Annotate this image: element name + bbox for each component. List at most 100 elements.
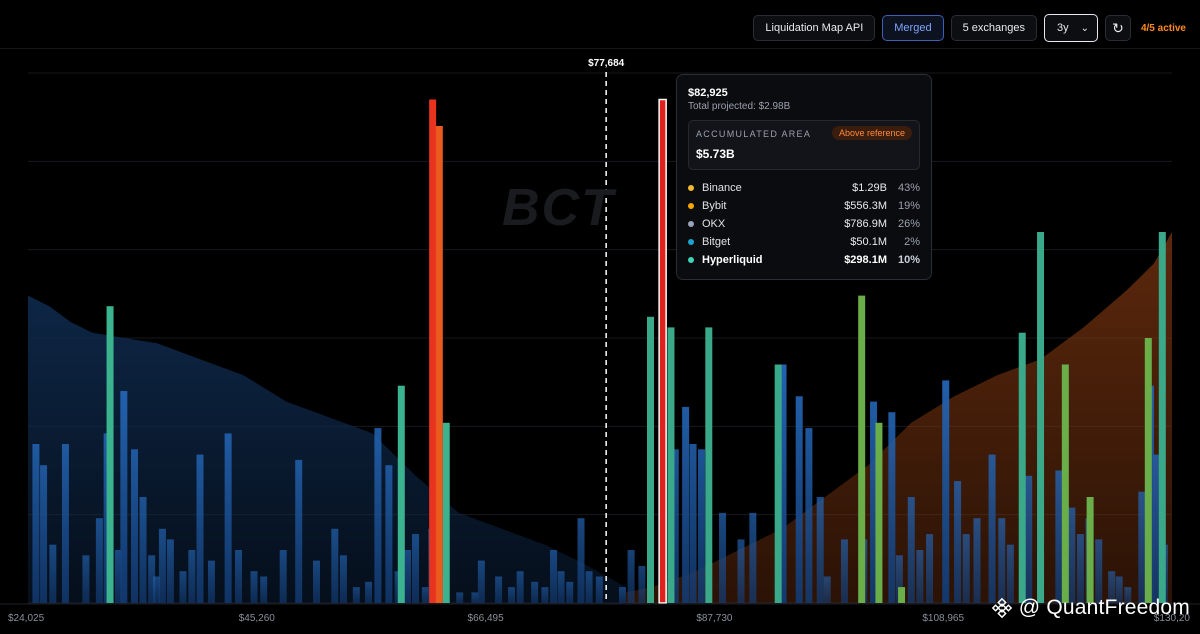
liquidation-bar	[429, 99, 437, 603]
liquidation-bar	[179, 571, 187, 603]
liquidation-bar	[647, 316, 655, 603]
exchange-name: Bybit	[702, 200, 727, 212]
liquidation-bar	[250, 571, 258, 603]
exchange-row-okx: OKX $786.9M 26%	[688, 215, 920, 233]
liquidation-bar	[207, 560, 215, 603]
liquidation-bar	[224, 433, 232, 603]
liquidation-bar	[158, 528, 166, 603]
accumulated-area-value: $5.73B	[696, 147, 735, 161]
liquidation-bar	[627, 550, 635, 603]
exchange-row-bybit: Bybit $556.3M 19%	[688, 197, 920, 215]
liquidation-bar	[550, 550, 558, 603]
liquidation-bar	[1061, 364, 1069, 603]
merged-toggle-button[interactable]: Merged	[882, 15, 944, 41]
liquidation-bar	[566, 581, 574, 603]
bybit-dot-icon	[688, 203, 694, 209]
liquidation-bar	[312, 560, 320, 603]
exchange-name: Hyperliquid	[702, 254, 763, 266]
liquidation-bar	[412, 534, 420, 603]
liquidation-bar	[82, 555, 90, 603]
accumulated-area-box: ACCUMULATED AREA Above reference $5.73B	[688, 120, 920, 170]
liquidation-bar	[638, 565, 646, 603]
exchange-name: OKX	[702, 218, 726, 230]
liquidation-bar	[49, 544, 57, 603]
tooltip-total: Total projected: $2.98B	[688, 101, 791, 112]
toolbar: Liquidation Map API Merged 5 exchanges 3…	[753, 14, 1186, 42]
exchange-row-bitget: Bitget $50.1M 2%	[688, 233, 920, 251]
liquidation-bar	[858, 295, 866, 603]
exchange-pct: 19%	[897, 200, 920, 212]
liquidation-bar	[385, 465, 393, 603]
liquidation-bar	[954, 481, 962, 603]
liquidation-bar	[689, 444, 697, 603]
liquidation-bar	[442, 422, 450, 603]
liquidation-bar	[1006, 544, 1014, 603]
liquidation-bar	[595, 576, 603, 603]
liquidation-chart: $77,684 $24,025 $45,260 $66,495 $87,730 $108,…	[0, 58, 1200, 624]
liquidation-bar	[618, 587, 626, 603]
liquidation-bar	[737, 539, 745, 603]
liquidation-bar	[339, 555, 347, 603]
liquidation-bar	[795, 396, 803, 603]
liquidation-bar	[397, 385, 405, 603]
exchange-value: $50.1M	[850, 236, 887, 248]
liquidation-bar	[816, 497, 824, 603]
liquidation-bar	[840, 539, 848, 603]
refresh-icon[interactable]: ↻	[1104, 15, 1131, 41]
liquidation-bar	[1095, 539, 1103, 603]
timerange-value: 3y	[1056, 22, 1069, 34]
liquidation-bar	[61, 444, 69, 603]
liquidation-bar	[196, 454, 204, 603]
liquidation-bar	[1037, 232, 1045, 603]
liquidation-bar	[166, 539, 174, 603]
liquidation-bar	[682, 406, 690, 603]
exchanges-selector-button[interactable]: 5 exchanges	[950, 15, 1037, 41]
liquidation-bar	[585, 571, 593, 603]
liquidation-bar	[331, 528, 339, 603]
x-tick-label: $24,025	[8, 613, 45, 624]
liquidation-bar	[557, 571, 565, 603]
x-tick-label: $66,495	[468, 613, 505, 624]
exchange-name: Bitget	[702, 236, 731, 248]
exchange-pct: 10%	[897, 254, 920, 266]
liquidation-bar	[926, 534, 934, 603]
liquidation-bar	[1055, 470, 1063, 603]
liquidation-bar	[508, 587, 516, 603]
liquidation-bar	[541, 587, 549, 603]
exchange-name: Binance	[702, 182, 742, 194]
liquidation-map-api-button[interactable]: Liquidation Map API	[753, 15, 876, 41]
liquidation-bar	[188, 550, 196, 603]
exchange-value: $1.29B	[852, 182, 887, 194]
exchange-breakdown: Binance $1.29B 43% Bybit $556.3M 19% OKX…	[688, 179, 920, 269]
liquidation-bar	[139, 497, 147, 603]
liquidation-bar	[516, 571, 524, 603]
liquidation-bar	[32, 444, 40, 603]
liquidation-bar	[916, 550, 924, 603]
liquidation-bar	[718, 512, 726, 603]
liquidation-bar	[404, 550, 412, 603]
liquidation-bar	[456, 592, 464, 603]
x-tick-label: $87,730	[696, 613, 733, 624]
liquidation-bar	[998, 518, 1006, 603]
liquidation-bar	[1086, 497, 1094, 603]
liquidation-bar	[477, 560, 485, 603]
liquidation-bar	[1076, 534, 1084, 603]
liquidation-bar	[942, 380, 950, 603]
liquidation-bar	[106, 306, 114, 603]
x-tick-label: $45,260	[239, 613, 276, 624]
liquidation-bar	[962, 534, 970, 603]
timerange-select[interactable]: 3y ⌄	[1043, 14, 1098, 42]
liquidation-bar	[95, 518, 103, 603]
exchange-value: $556.3M	[844, 200, 887, 212]
liquidation-bar	[888, 412, 896, 603]
okx-dot-icon	[688, 221, 694, 227]
selected-price-bar	[658, 98, 667, 604]
liquidation-bar	[875, 422, 883, 603]
exchange-row-binance: Binance $1.29B 43%	[688, 179, 920, 197]
liquidation-bar	[774, 364, 782, 603]
liquidation-bar	[471, 592, 479, 603]
binance-dot-icon	[688, 185, 694, 191]
reference-price-label: $77,684	[588, 58, 625, 69]
liquidation-bar	[131, 449, 139, 603]
quantfreedom-watermark: @ QuantFreedom	[991, 596, 1190, 620]
